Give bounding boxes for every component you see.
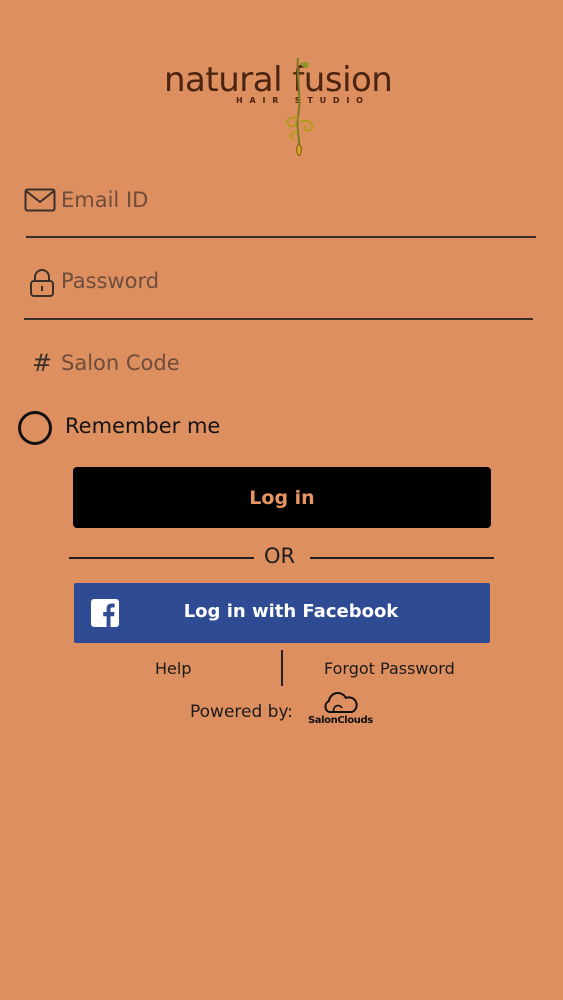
forgot-password-link[interactable]: Forgot Password [324, 659, 455, 678]
or-line-left [69, 557, 254, 559]
salon-code-field[interactable]: # Salon Code [24, 347, 536, 387]
email-input[interactable]: Email ID [61, 188, 148, 212]
email-underline [26, 236, 536, 238]
or-line-right [310, 557, 494, 559]
salon-code-input[interactable]: Salon Code [61, 351, 180, 375]
remember-me-label: Remember me [65, 414, 221, 438]
facebook-login-button[interactable]: Log in with Facebook [74, 583, 490, 643]
powered-by-label: Powered by: [190, 702, 294, 722]
salonclouds-wordmark: SalonClouds [308, 715, 373, 726]
or-separator: OR [69, 544, 494, 572]
remember-me-radio[interactable] [18, 411, 52, 445]
password-field[interactable]: Password [24, 266, 536, 324]
cloud-icon [324, 692, 358, 713]
email-field[interactable]: Email ID [24, 184, 538, 242]
login-button[interactable]: Log in [73, 467, 491, 528]
facebook-login-label: Log in with Facebook [183, 601, 399, 622]
lock-icon [30, 269, 54, 297]
salonclouds-logo: SalonClouds [308, 692, 378, 730]
login-button-label: Log in [249, 486, 315, 509]
password-input[interactable]: Password [61, 269, 159, 293]
mail-icon [24, 188, 56, 212]
links-divider [281, 650, 283, 686]
remember-me-toggle[interactable]: Remember me [18, 410, 258, 446]
or-label: OR [264, 544, 296, 568]
help-link[interactable]: Help [155, 659, 191, 678]
brand-logo: natural fusion HAIR STUDIO [0, 52, 563, 156]
hash-icon: # [32, 349, 53, 377]
powered-by: Powered by: SalonClouds [190, 692, 410, 732]
password-underline [24, 318, 533, 320]
vine-icon [286, 57, 314, 156]
